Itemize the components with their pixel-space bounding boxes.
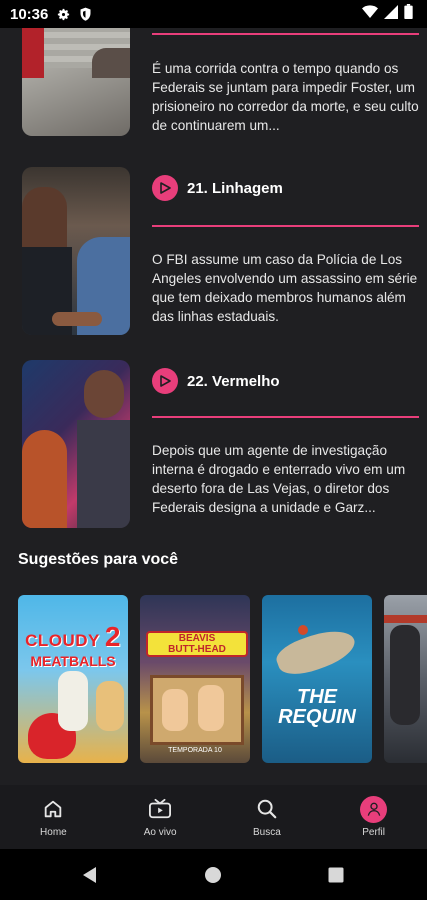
episode-description: O FBI assume um caso da Polícia de Los A… <box>152 252 418 324</box>
nav-home-label[interactable]: Home <box>40 827 67 838</box>
episode-list-scroll[interactable]: É uma corrida contra o tempo quando os F… <box>0 28 427 785</box>
nav-search-label[interactable]: Busca <box>253 827 281 838</box>
poster-title-line2: MEATBALLS <box>30 653 116 669</box>
poster-card[interactable]: BEAVIS BUTT-HEAD TEMPORADA 10 <box>140 595 250 763</box>
episode-header[interactable]: 22. Vermelho <box>152 368 280 394</box>
poster-title-line1: BEAVIS <box>178 633 216 644</box>
suggestions-carousel[interactable]: CLOUDY 2 MEATBALLS BEAVIS BUTT-HEAD TEMP… <box>18 595 427 765</box>
episode-header[interactable]: 21. Linhagem <box>152 175 283 201</box>
nav-live-label[interactable]: Ao vivo <box>144 827 177 838</box>
poster-title-line1: THE <box>297 686 337 708</box>
nav-live[interactable]: Ao vivo <box>107 785 214 849</box>
settings-gear-icon <box>56 7 71 22</box>
play-icon[interactable] <box>152 368 178 394</box>
nav-search[interactable]: Busca <box>214 785 321 849</box>
bottom-navigation: Home Ao vivo Busca Perfil <box>0 785 427 849</box>
back-icon[interactable] <box>70 849 110 900</box>
episode-description: Depois que um agente de investigação int… <box>152 443 406 515</box>
signal-icon <box>384 4 398 24</box>
nav-profile[interactable]: Perfil <box>320 785 427 849</box>
poster-card[interactable] <box>384 595 427 763</box>
poster-title-line1: CLOUDY <box>25 631 100 650</box>
system-navigation-bar <box>0 849 427 900</box>
status-bar: 10:36 <box>0 0 427 28</box>
episode-divider <box>152 416 419 418</box>
episode-description: É uma corrida contra o tempo quando os F… <box>152 61 419 133</box>
poster-card[interactable]: THE REQUIN <box>262 595 372 763</box>
battery-icon <box>404 4 413 24</box>
suggestions-title: Sugestões para você <box>18 551 179 568</box>
home-icon[interactable] <box>42 795 64 823</box>
search-icon[interactable] <box>256 795 278 823</box>
poster-badge: TEMPORADA 10 <box>168 747 222 754</box>
poster-title-line2: BUTT-HEAD <box>168 644 226 655</box>
episode-title[interactable]: 21. Linhagem <box>187 180 283 197</box>
nav-profile-label[interactable]: Perfil <box>362 827 385 838</box>
poster-card[interactable]: CLOUDY 2 MEATBALLS <box>18 595 128 763</box>
nav-home[interactable]: Home <box>0 785 107 849</box>
episode-title[interactable]: 22. Vermelho <box>187 373 280 390</box>
episode-divider <box>152 33 419 35</box>
episode-thumbnail[interactable] <box>22 360 130 528</box>
profile-icon[interactable] <box>360 795 388 823</box>
play-icon[interactable] <box>152 175 178 201</box>
episode-thumbnail[interactable] <box>22 167 130 335</box>
wifi-icon <box>362 4 378 24</box>
episode-thumbnail[interactable] <box>22 28 130 136</box>
status-time: 10:36 <box>10 5 49 23</box>
recents-icon[interactable] <box>316 849 356 900</box>
live-tv-icon[interactable] <box>148 795 172 823</box>
home-circle-icon[interactable] <box>193 849 233 900</box>
shield-icon <box>79 7 92 22</box>
episode-divider <box>152 225 419 227</box>
poster-badge: 2 <box>104 621 121 652</box>
poster-title-line2: REQUIN <box>278 706 356 728</box>
